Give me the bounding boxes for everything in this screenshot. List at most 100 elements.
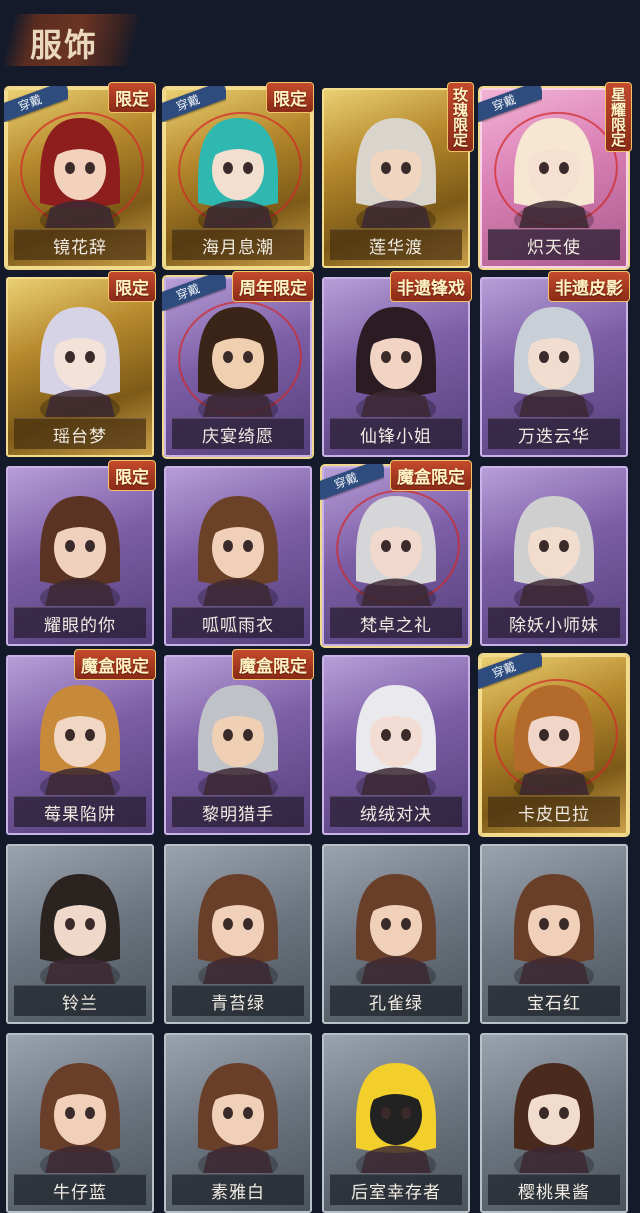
limited-badge: 魔盒限定 [232, 649, 314, 680]
character-portrait [499, 864, 609, 992]
equipped-label: 穿戴 [162, 86, 226, 122]
character-portrait [341, 297, 451, 425]
costume-card[interactable]: 耀眼的你 限定 [6, 460, 156, 646]
card-frame: 除妖小师妹 [480, 466, 628, 646]
limited-badge: 限定 [266, 82, 314, 113]
card-frame: 孔雀绿 [322, 844, 470, 1024]
character-portrait [499, 486, 609, 614]
card-frame: 呱呱雨衣 [164, 466, 312, 646]
costume-name: 呱呱雨衣 [172, 607, 304, 638]
limited-badge: 限定 [108, 82, 156, 113]
character-portrait [341, 675, 451, 803]
card-frame: 宝石红 [480, 844, 628, 1024]
limited-badge: 星耀限定 [605, 82, 632, 152]
card-frame: 黎明猎手 [164, 655, 312, 835]
card-frame: 莓果陷阱 [6, 655, 154, 835]
equipped-badge: 穿戴 [478, 653, 542, 689]
costume-card[interactable]: 庆宴绮愿 穿戴 周年限定 [162, 271, 314, 457]
costume-card[interactable]: 宝石红 [480, 844, 628, 1024]
costume-name: 铃兰 [14, 985, 146, 1016]
character-portrait [25, 486, 135, 614]
costume-card[interactable]: 仙锋小姐 非遗锋戏 [322, 271, 472, 457]
costume-card[interactable]: 牛仔蓝 [6, 1033, 154, 1213]
costume-card[interactable]: 青苔绿 [164, 844, 312, 1024]
costume-card[interactable]: 莲华渡 玫瑰限定 [322, 82, 474, 268]
limited-badge: 非遗锋戏 [390, 271, 472, 302]
card-frame: 万迭云华 [480, 277, 628, 457]
costume-name: 卡皮巴拉 [488, 796, 620, 827]
costume-card[interactable]: 除妖小师妹 [480, 466, 628, 646]
costume-card[interactable]: 后室幸存者 [322, 1033, 470, 1213]
costume-name: 黎明猎手 [172, 796, 304, 827]
costume-name: 牛仔蓝 [14, 1174, 146, 1205]
page-header: 服饰 [0, 0, 640, 80]
limited-badge: 非遗皮影 [548, 271, 630, 302]
equipped-badge: 穿戴 [162, 86, 226, 122]
costume-name: 孔雀绿 [330, 985, 462, 1016]
character-portrait [341, 1053, 451, 1181]
costume-card[interactable]: 呱呱雨衣 [164, 466, 312, 646]
character-portrait [25, 675, 135, 803]
equipped-label: 穿戴 [478, 653, 542, 689]
costume-name: 镜花辞 [14, 229, 146, 260]
costume-card[interactable]: 孔雀绿 [322, 844, 470, 1024]
limited-badge: 玫瑰限定 [447, 82, 474, 152]
limited-badge: 魔盒限定 [390, 460, 472, 491]
character-portrait [341, 108, 451, 236]
limited-badge: 魔盒限定 [74, 649, 156, 680]
card-frame: 樱桃果酱 [480, 1033, 628, 1213]
card-frame: 绒绒对决 [322, 655, 470, 835]
card-frame: 青苔绿 [164, 844, 312, 1024]
costume-name: 耀眼的你 [14, 607, 146, 638]
character-portrait [183, 108, 293, 236]
character-portrait [25, 1053, 135, 1181]
card-frame: 耀眼的你 [6, 466, 154, 646]
costume-card[interactable]: 莓果陷阱 魔盒限定 [6, 649, 156, 835]
card-frame: 后室幸存者 [322, 1033, 470, 1213]
costume-name: 后室幸存者 [330, 1174, 462, 1205]
costume-name: 素雅白 [172, 1174, 304, 1205]
equipped-label: 穿戴 [4, 86, 68, 122]
costume-card[interactable]: 炽天使 穿戴 星耀限定 [478, 82, 632, 268]
costume-card[interactable]: 万迭云华 非遗皮影 [480, 271, 630, 457]
costume-card[interactable]: 卡皮巴拉 穿戴 [478, 653, 628, 835]
character-portrait [183, 864, 293, 992]
limited-badge: 周年限定 [232, 271, 314, 302]
character-portrait [25, 864, 135, 992]
costume-card[interactable]: 黎明猎手 魔盒限定 [164, 649, 314, 835]
costume-card[interactable]: 铃兰 [6, 844, 154, 1024]
page-title: 服饰 [30, 26, 99, 64]
costume-name: 除妖小师妹 [488, 607, 620, 638]
character-portrait [25, 297, 135, 425]
costume-card[interactable]: 绒绒对决 [322, 655, 470, 835]
costume-name: 万迭云华 [488, 418, 620, 449]
costume-name: 绒绒对决 [330, 796, 462, 827]
character-portrait [183, 1053, 293, 1181]
equipped-badge: 穿戴 [320, 464, 384, 500]
costume-card[interactable]: 瑶台梦 限定 [6, 271, 156, 457]
costume-name: 海月息潮 [172, 229, 304, 260]
character-portrait [499, 1053, 609, 1181]
character-portrait [499, 108, 609, 236]
card-frame: 牛仔蓝 [6, 1033, 154, 1213]
equipped-label: 穿戴 [162, 275, 226, 311]
costume-card[interactable]: 樱桃果酱 [480, 1033, 628, 1213]
card-frame: 素雅白 [164, 1033, 312, 1213]
costume-name: 青苔绿 [172, 985, 304, 1016]
character-portrait [499, 675, 609, 803]
card-frame: 仙锋小姐 [322, 277, 470, 457]
card-frame: 铃兰 [6, 844, 154, 1024]
character-portrait [499, 297, 609, 425]
costume-name: 炽天使 [488, 229, 620, 260]
costume-name: 樱桃果酱 [488, 1174, 620, 1205]
costume-card[interactable]: 素雅白 [164, 1033, 312, 1213]
costume-card[interactable]: 海月息潮 穿戴 限定 [162, 82, 314, 268]
card-frame: 瑶台梦 [6, 277, 154, 457]
costume-card[interactable]: 梵卓之礼 穿戴 魔盒限定 [320, 460, 472, 646]
equipped-badge: 穿戴 [4, 86, 68, 122]
costume-name: 宝石红 [488, 985, 620, 1016]
character-portrait [341, 486, 451, 614]
costume-card[interactable]: 镜花辞 穿戴 限定 [4, 82, 156, 268]
costume-name: 梵卓之礼 [330, 607, 462, 638]
equipped-label: 穿戴 [320, 464, 384, 500]
